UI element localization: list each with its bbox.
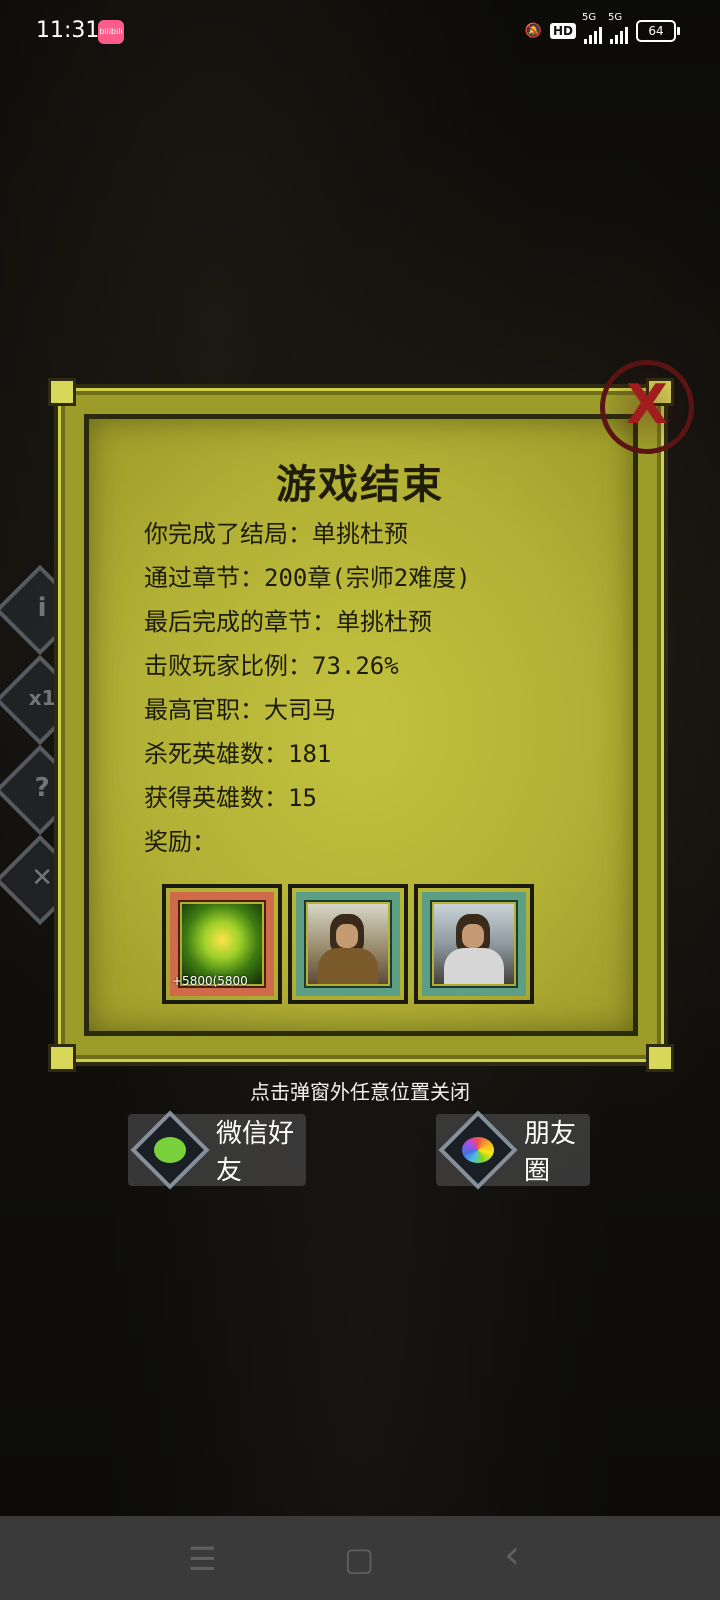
wechat-icon [130,1110,210,1190]
status-time: 11:31 [36,18,100,43]
reward-item-hero-1[interactable] [288,884,408,1004]
home-icon[interactable]: ▢ [344,1540,374,1578]
dialog-corner [48,1044,76,1072]
reward-item-hero-2[interactable] [414,884,534,1004]
bilibili-app-icon: bilibili [98,20,124,44]
rewards-heading: 奖励： [144,828,216,856]
last-chapter-line: 最后完成的章节：单挑杜预 [144,608,432,636]
defeat-ratio-line: 击败玩家比例：73.26% [144,652,399,680]
share-wechat-button[interactable]: 微信好友 [128,1110,306,1190]
close-icon: X [626,373,668,436]
hd-badge: HD [549,23,576,39]
heroes-obtained-line: 获得英雄数：15 [144,784,317,812]
battery-icon: 64 [636,20,680,42]
back-icon[interactable]: ‹ [504,1532,520,1578]
ending-line: 你完成了结局：单挑杜预 [144,520,408,548]
status-bar: 11:31 bilibili 🔕 HD 5G 5G 64 [0,0,720,64]
dialog-corner [48,378,76,406]
green-orb-icon [182,904,262,984]
signal-icon: 5G [582,12,602,44]
system-nav-bar: ☰ ▢ ‹ [0,1516,720,1600]
moments-icon [438,1110,518,1190]
signal-icon-2: 5G [608,12,628,44]
reward-amount: +5800(5800 [172,974,248,988]
dialog-corner [646,1044,674,1072]
status-indicators: 🔕 HD 5G 5G 64 [524,12,680,44]
share-moments-label: 朋友圈 [524,1119,577,1186]
heroes-killed-line: 杀死英雄数：181 [144,740,332,768]
menu-icon[interactable]: ☰ [188,1540,217,1578]
dialog-title: 游戏结束 [276,461,444,508]
mute-icon: 🔕 [524,23,542,39]
highest-rank-line: 最高官职：大司马 [144,696,336,724]
hero-portrait-icon [434,904,514,984]
reward-item-orb[interactable]: +5800(5800 [162,884,282,1004]
share-moments-button[interactable]: 朋友圈 [436,1110,590,1190]
close-hint: 点击弹窗外任意位置关闭 [250,1080,470,1104]
chapters-line: 通过章节：200章(宗师2难度) [144,564,471,592]
dialog-close-button[interactable]: X [600,360,694,454]
hero-portrait-icon [308,904,388,984]
share-wechat-label: 微信好友 [216,1119,295,1186]
